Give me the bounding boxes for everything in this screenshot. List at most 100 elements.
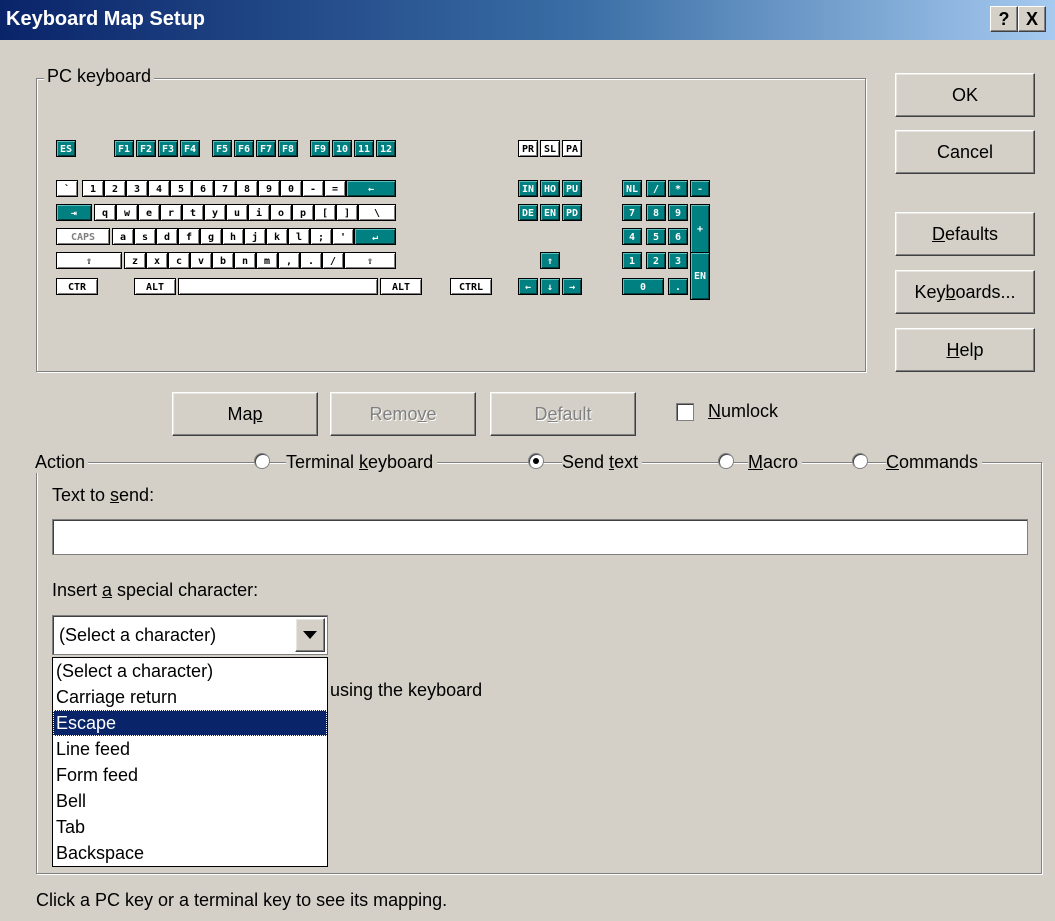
pc-key[interactable]: ALT <box>380 278 422 295</box>
pc-key[interactable]: j <box>244 228 266 245</box>
pc-key[interactable]: \ <box>358 204 396 221</box>
pc-key[interactable]: HO <box>540 180 560 197</box>
radio-commands[interactable] <box>852 453 868 469</box>
pc-key[interactable]: k <box>266 228 288 245</box>
pc-key[interactable]: m <box>256 252 278 269</box>
special-char-select[interactable]: (Select a character) <box>52 615 328 655</box>
radio-commands-label[interactable]: Commands <box>886 452 983 473</box>
pc-key[interactable]: f <box>178 228 200 245</box>
text-to-send-input[interactable] <box>52 519 1028 555</box>
pc-key[interactable]: F9 <box>310 140 330 157</box>
pc-key[interactable]: ↑ <box>540 252 560 269</box>
pc-key[interactable]: CTR <box>56 278 98 295</box>
pc-key[interactable]: o <box>270 204 292 221</box>
dropdown-option[interactable]: Escape <box>53 710 327 736</box>
pc-key[interactable]: F7 <box>256 140 276 157</box>
radio-macro-label[interactable]: Macro <box>748 452 803 473</box>
pc-key[interactable]: 5 <box>170 180 192 197</box>
pc-key[interactable]: d <box>156 228 178 245</box>
default-button[interactable]: Default <box>490 392 636 436</box>
pc-key[interactable]: CAPS <box>56 228 110 245</box>
pc-key[interactable]: ← <box>346 180 396 197</box>
pc-key[interactable]: ⇧ <box>344 252 396 269</box>
pc-key[interactable]: 4 <box>622 228 642 245</box>
pc-key[interactable]: ALT <box>134 278 176 295</box>
pc-key[interactable]: a <box>112 228 134 245</box>
pc-key[interactable]: F2 <box>136 140 156 157</box>
pc-key[interactable]: 8 <box>646 204 666 221</box>
pc-key[interactable]: 2 <box>646 252 666 269</box>
dropdown-option[interactable]: Bell <box>53 788 327 814</box>
pc-key[interactable]: SL <box>540 140 560 157</box>
radio-terminal-keyboard-label[interactable]: Terminal keyboard <box>286 452 438 473</box>
radio-terminal-keyboard[interactable] <box>254 453 270 469</box>
pc-key[interactable]: F6 <box>234 140 254 157</box>
pc-key[interactable]: ↵ <box>354 228 396 245</box>
dropdown-option[interactable]: Form feed <box>53 762 327 788</box>
pc-key[interactable]: . <box>668 278 688 295</box>
pc-key[interactable]: / <box>646 180 666 197</box>
remove-button[interactable]: Remove <box>330 392 476 436</box>
title-bar[interactable]: Keyboard Map Setup ? X <box>0 0 1055 40</box>
pc-key[interactable]: 6 <box>668 228 688 245</box>
pc-key[interactable]: g <box>200 228 222 245</box>
pc-key[interactable]: F4 <box>180 140 200 157</box>
pc-key[interactable] <box>178 278 378 295</box>
close-icon[interactable]: X <box>1018 6 1046 32</box>
pc-key[interactable]: CTRL <box>450 278 492 295</box>
pc-key[interactable]: 2 <box>104 180 126 197</box>
pc-key[interactable]: w <box>116 204 138 221</box>
pc-key[interactable]: ← <box>518 278 538 295</box>
pc-key[interactable]: b <box>212 252 234 269</box>
pc-key[interactable]: h <box>222 228 244 245</box>
pc-key[interactable]: s <box>134 228 156 245</box>
pc-key[interactable]: - <box>302 180 324 197</box>
pc-key[interactable]: 6 <box>192 180 214 197</box>
pc-key[interactable]: 9 <box>258 180 280 197</box>
pc-key[interactable]: y <box>204 204 226 221</box>
pc-key[interactable]: ] <box>336 204 358 221</box>
pc-key[interactable]: F8 <box>278 140 298 157</box>
dropdown-option[interactable]: Line feed <box>53 736 327 762</box>
radio-send-text-label[interactable]: Send text <box>562 452 643 473</box>
pc-key[interactable]: F5 <box>212 140 232 157</box>
pc-key[interactable]: 3 <box>668 252 688 269</box>
defaults-button[interactable]: Defaults <box>895 212 1035 256</box>
pc-key[interactable]: PR <box>518 140 538 157</box>
dropdown-option[interactable]: Backspace <box>53 840 327 866</box>
numlock-label[interactable]: Numlock <box>708 401 779 422</box>
pc-key[interactable]: F1 <box>114 140 134 157</box>
pc-key[interactable]: IN <box>518 180 538 197</box>
pc-key[interactable]: ↓ <box>540 278 560 295</box>
pc-key[interactable]: [ <box>314 204 336 221</box>
pc-key[interactable]: + <box>690 204 710 254</box>
cancel-button[interactable]: Cancel <box>895 130 1035 174</box>
pc-key[interactable]: 8 <box>236 180 258 197</box>
pc-key[interactable]: ⇥ <box>56 204 92 221</box>
pc-key[interactable]: e <box>138 204 160 221</box>
pc-key[interactable]: PU <box>562 180 582 197</box>
pc-key[interactable]: ; <box>310 228 332 245</box>
pc-key[interactable]: 7 <box>622 204 642 221</box>
map-button[interactable]: Map <box>172 392 318 436</box>
pc-key[interactable]: 9 <box>668 204 688 221</box>
keyboards-button[interactable]: Keyboards... <box>895 270 1035 314</box>
pc-key[interactable]: 0 <box>622 278 664 295</box>
pc-key[interactable]: * <box>668 180 688 197</box>
pc-key[interactable]: p <box>292 204 314 221</box>
radio-macro[interactable] <box>718 453 734 469</box>
pc-key[interactable]: / <box>322 252 344 269</box>
pc-key[interactable]: c <box>168 252 190 269</box>
pc-key[interactable]: x <box>146 252 168 269</box>
pc-key[interactable]: 3 <box>126 180 148 197</box>
pc-key[interactable]: ⇧ <box>56 252 122 269</box>
pc-key[interactable]: r <box>160 204 182 221</box>
chevron-down-icon[interactable] <box>295 618 325 652</box>
pc-key[interactable]: ES <box>56 140 76 157</box>
pc-key[interactable]: , <box>278 252 300 269</box>
dropdown-option[interactable]: Carriage return <box>53 684 327 710</box>
pc-key[interactable]: 0 <box>280 180 302 197</box>
pc-key[interactable]: = <box>324 180 346 197</box>
pc-key[interactable]: t <box>182 204 204 221</box>
pc-key[interactable]: 1 <box>622 252 642 269</box>
